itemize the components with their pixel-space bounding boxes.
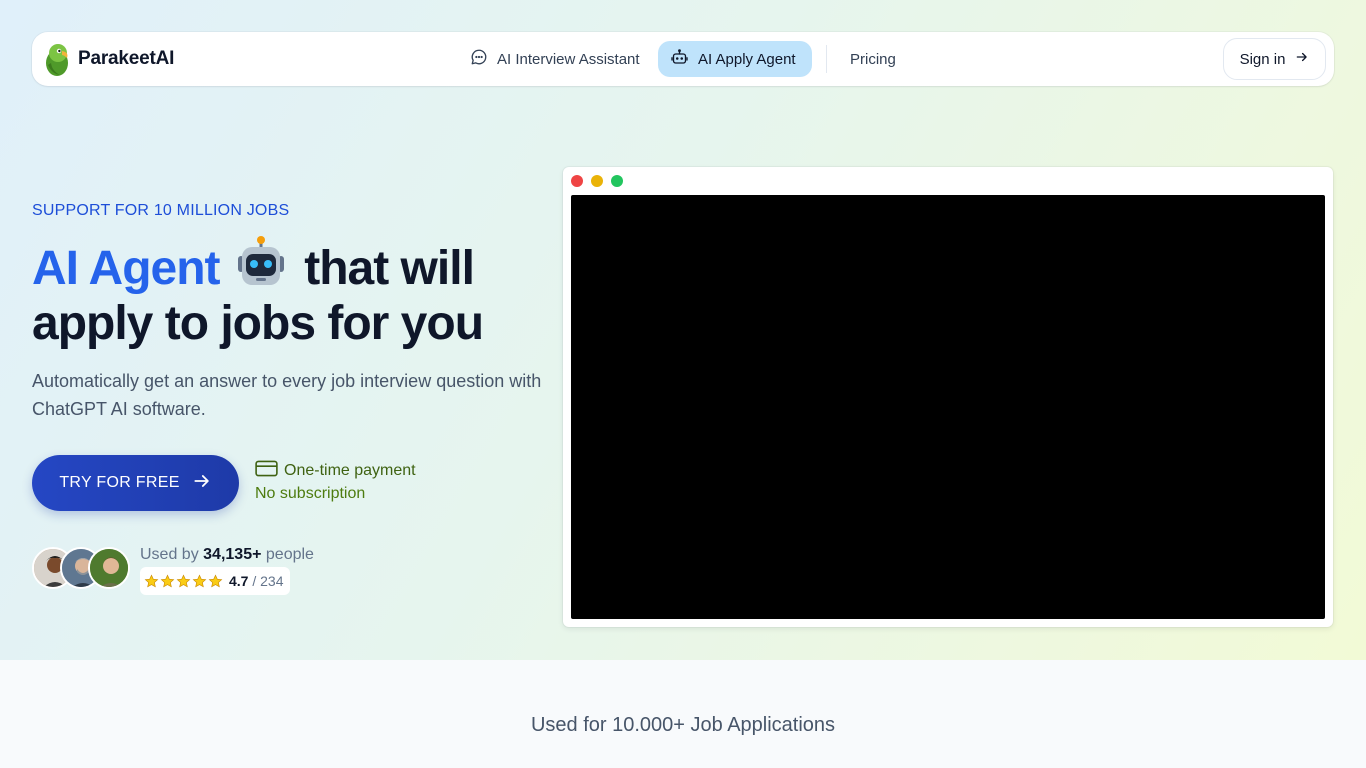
hero-eyebrow: SUPPORT FOR 10 MILLION JOBS [32,202,290,219]
try-for-free-button[interactable]: TRY FOR FREE [32,455,239,511]
nav-ai-apply-agent[interactable]: AI Apply Agent [658,41,812,77]
rating-text: 4.7 / 234 [229,573,284,589]
sign-in-button[interactable]: Sign in [1223,38,1326,80]
used-by-prefix: Used by [140,546,199,563]
credit-card-icon [255,460,278,482]
nav-label: Pricing [850,50,896,68]
robot-icon [670,48,689,70]
arrow-right-icon [1295,50,1309,68]
cta-label: TRY FOR FREE [59,474,180,491]
headline-rest-2: apply to jobs for you [32,297,484,350]
navbar: ParakeetAI AI Interview Assistant AI App [32,32,1334,86]
used-by-suffix: people [265,546,314,563]
used-by-count: 34,135+ [203,546,262,563]
star-rating [144,574,223,589]
user-avatars [32,547,132,591]
payment-line-1: One-time payment [284,462,416,479]
sign-in-label: Sign in [1239,50,1286,68]
star-icon [144,574,159,587]
star-icon [160,574,175,587]
nav-label: AI Apply Agent [698,50,796,68]
used-by-text: Used by 34,135+ people [140,546,314,564]
rating-count: / 234 [252,573,284,589]
brand-name: ParakeetAI [78,48,175,69]
headline-accent: AI Agent [32,242,221,295]
payment-info: One-time payment No subscription [255,460,416,503]
chat-bubble-icon [470,48,488,70]
window-minimize-dot [591,175,603,187]
payment-line-2: No subscription [255,485,366,502]
parakeet-logo-icon [42,41,72,77]
nav-pricing[interactable]: Pricing [838,41,912,77]
nav-divider [826,45,827,73]
robot-face-icon [234,236,288,299]
arrow-right-icon [192,471,212,496]
star-icon [192,574,207,587]
star-icon [208,574,223,587]
window-close-dot [571,175,583,187]
nav-ai-interview-assistant[interactable]: AI Interview Assistant [458,41,656,77]
window-maximize-dot [611,175,623,187]
hero-headline: AI Agent that will apply to jobs for you [32,236,572,348]
demo-video[interactable] [571,195,1325,619]
rating-value: 4.7 [229,573,249,589]
headline-rest-1: that will [304,242,475,295]
brand-logo[interactable]: ParakeetAI [42,41,174,77]
star-icon [176,574,191,587]
hero-subtext: Automatically get an answer to every job… [32,371,542,419]
nav-label: AI Interview Assistant [497,50,640,68]
rating-badge: 4.7 / 234 [140,567,290,595]
stats-section-title: Used for 10.000+ Job Applications [530,714,836,736]
demo-video-window [563,167,1333,627]
avatar [88,547,130,589]
